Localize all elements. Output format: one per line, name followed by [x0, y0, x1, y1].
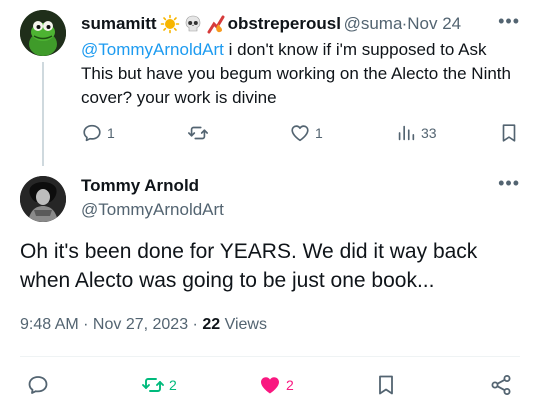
bookmark-button[interactable]	[498, 122, 520, 144]
retweet-count: 2	[169, 377, 177, 393]
more-options-icon[interactable]: •••	[498, 11, 520, 32]
thread-connector-line	[42, 62, 44, 166]
timestamp[interactable]: Nov 24	[407, 14, 461, 34]
like-count: 2	[286, 377, 294, 393]
separator: ·	[188, 316, 203, 333]
bookmark-button[interactable]	[374, 373, 398, 397]
heart-filled-icon	[261, 377, 279, 394]
views-label: Views	[220, 316, 267, 333]
retweet-button[interactable]	[187, 122, 213, 144]
reply-header: sumamitt obstreperously @sumamitt · Nov …	[81, 13, 526, 35]
retweet-icon	[142, 378, 164, 392]
display-name[interactable]: Tommy Arnold	[81, 176, 199, 196]
comment-icon	[83, 124, 101, 142]
avatar[interactable]	[20, 10, 66, 56]
like-button[interactable]: 2	[258, 373, 294, 397]
retweet-button[interactable]: 2	[141, 373, 177, 397]
views-button[interactable]: 33	[395, 122, 437, 144]
like-button[interactable]: 1	[289, 122, 323, 144]
tommy-arnold-avatar-image	[20, 176, 66, 222]
bookmark-icon	[379, 375, 393, 395]
views-bar-chart-icon	[398, 125, 415, 141]
reply-tweet[interactable]: sumamitt obstreperously @sumamitt · Nov …	[0, 0, 540, 170]
retweet-icon	[188, 126, 208, 140]
display-name[interactable]: sumamitt	[81, 14, 157, 34]
kermit-avatar-image	[20, 10, 66, 56]
bookmark-icon	[502, 124, 516, 142]
view-count: 33	[421, 125, 437, 141]
skull-emoji-icon	[185, 15, 200, 32]
heart-icon	[291, 125, 309, 142]
avatar[interactable]	[20, 176, 66, 222]
divider	[20, 356, 520, 357]
reply-count: 1	[107, 125, 115, 141]
timestamp[interactable]: 9:48 AM · Nov 27, 2023	[20, 316, 188, 333]
fire-bolt-emoji-icon	[207, 15, 225, 34]
views-count: 22	[202, 316, 221, 333]
tweet-metadata: 9:48 AM · Nov 27, 2023 · 22 Views	[20, 316, 267, 334]
reply-button[interactable]	[26, 373, 50, 397]
reply-action-bar: 1 1 33	[81, 122, 521, 146]
mention-link[interactable]: @TommyArnoldArt	[81, 40, 224, 59]
comment-icon	[28, 376, 48, 394]
like-count: 1	[315, 125, 323, 141]
more-options-icon[interactable]: •••	[498, 173, 520, 194]
share-button[interactable]	[489, 373, 513, 397]
user-handle[interactable]: @sumamitt	[344, 14, 402, 34]
sun-emoji-icon	[160, 14, 179, 34]
user-handle[interactable]: @TommyArnoldArt	[81, 200, 224, 220]
tweet-action-bar: 2 2	[20, 373, 520, 399]
share-icon	[491, 375, 511, 395]
tweet-text: Oh it's been done for YEARS. We did it w…	[20, 240, 478, 292]
display-name-suffix[interactable]: obstreperously	[228, 14, 340, 34]
reply-text: @TommyArnoldArt i don't know if i'm supp…	[81, 38, 521, 110]
reply-button[interactable]: 1	[81, 122, 115, 144]
